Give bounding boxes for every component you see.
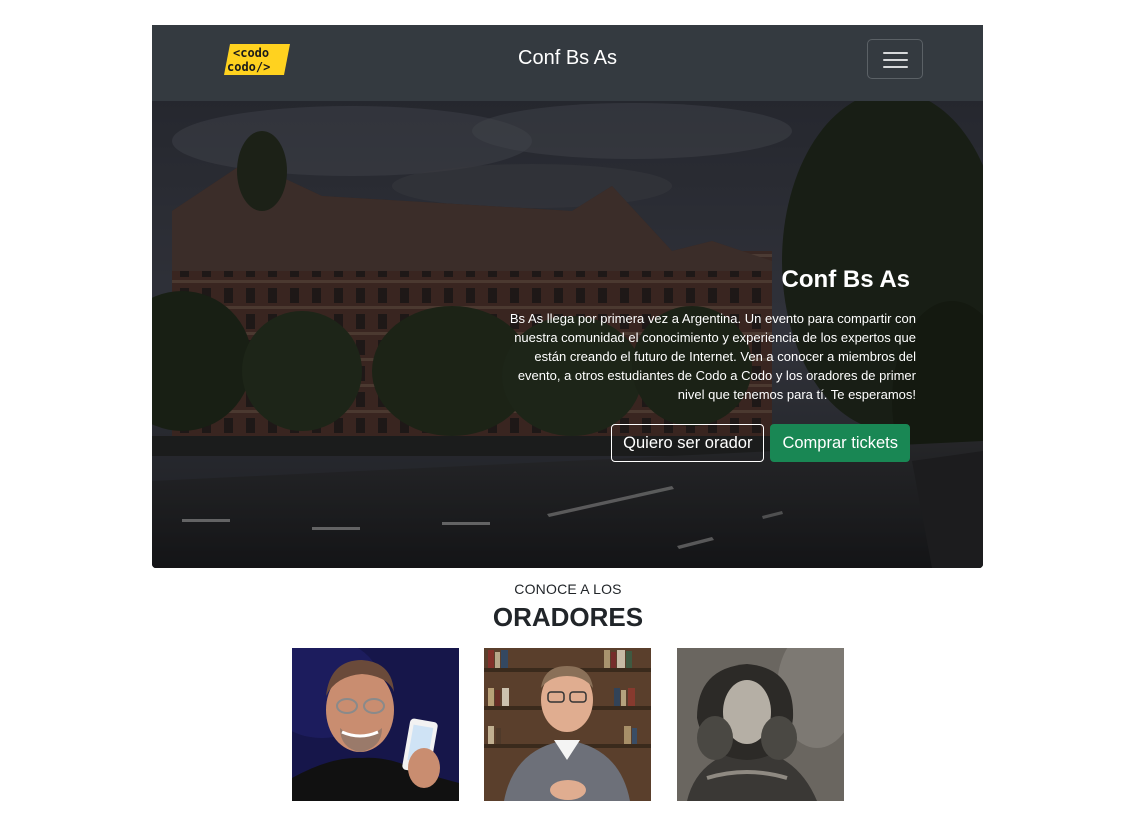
hero-banner: Conf Bs As Bs As llega por primera vez a… [152,101,983,568]
speaker-photo-1 [292,648,459,801]
become-speaker-button[interactable]: Quiero ser orador [611,424,765,462]
buy-tickets-button[interactable]: Comprar tickets [770,424,910,462]
speaker-card-3[interactable] [677,648,844,801]
hero-title: Conf Bs As [781,266,910,293]
speaker-photo-3 [677,648,844,801]
speakers-title: ORADORES [492,602,644,632]
menu-icon-bar [883,59,908,61]
menu-icon [883,52,908,54]
navbar-title[interactable]: Conf Bs As [152,47,983,70]
navbar: <codo codo/> Conf Bs As [152,25,983,101]
speaker-photo-2 [484,648,651,801]
menu-toggle-button[interactable] [867,39,923,79]
hero-content: Conf Bs As Bs As llega por primera vez a… [496,266,916,404]
speaker-card-1[interactable] [292,648,459,801]
speakers-pretitle: CONOCE A LOS [514,581,622,597]
menu-icon-bar [883,66,908,68]
hero-description: Bs As llega por primera vez a Argentina.… [509,311,916,402]
speaker-card-2[interactable] [484,648,651,801]
hero-buttons: Quiero ser orador Comprar tickets [611,424,910,462]
page-container: <codo codo/> Conf Bs As Conf Bs As Bs As… [152,25,983,568]
